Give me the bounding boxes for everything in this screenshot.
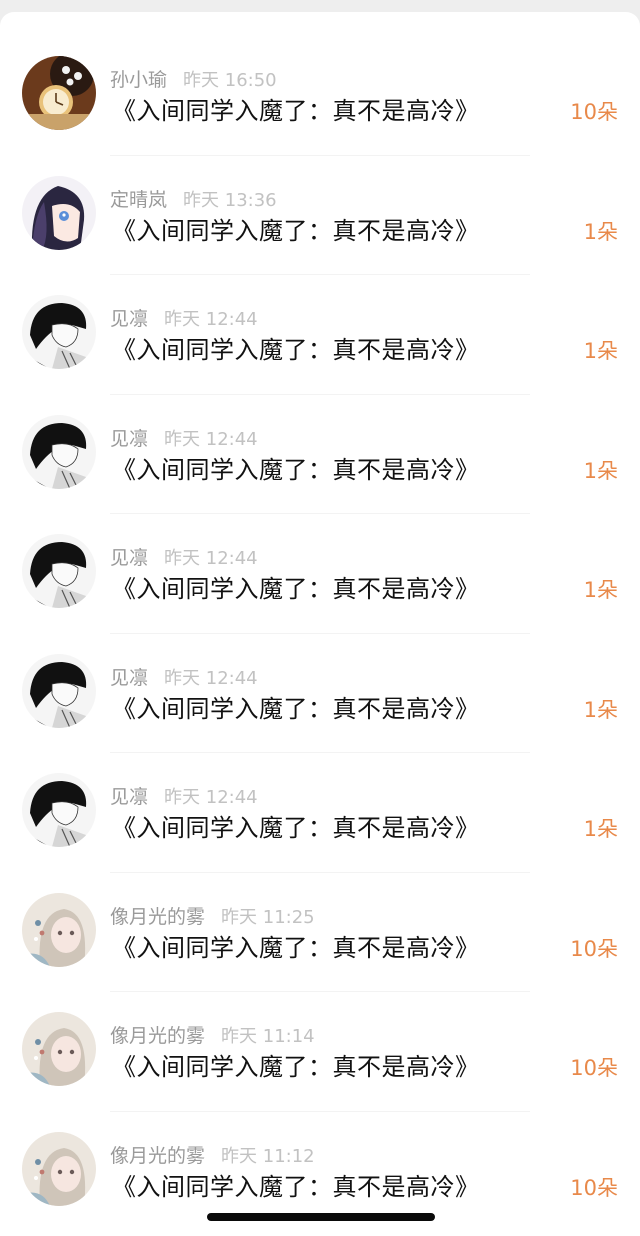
- user-name[interactable]: 见凛: [110, 308, 148, 330]
- top-strip: [0, 0, 640, 12]
- record-meta: 孙小瑜 昨天 16:50: [110, 67, 277, 93]
- list-item[interactable]: 孙小瑜 昨天 16:50 《入间同学入魔了：真不是高冷》 10朵: [0, 36, 640, 156]
- monochrome-boy-avatar[interactable]: [22, 773, 96, 847]
- record-meta: 像月光的雾 昨天 11:12: [110, 1143, 315, 1169]
- flower-count: 10朵: [570, 100, 618, 124]
- pastel-girl-avatar[interactable]: [22, 1131, 96, 1206]
- book-title: 《入间同学入魔了：真不是高冷》: [112, 694, 480, 723]
- record-meta: 见凛 昨天 12:44: [110, 545, 258, 571]
- book-title: 《入间同学入魔了：真不是高冷》: [112, 1172, 480, 1201]
- user-name[interactable]: 像月光的雾: [110, 1145, 205, 1167]
- record-meta: 像月光的雾 昨天 11:14: [110, 1023, 315, 1049]
- book-title: 《入间同学入魔了：真不是高冷》: [112, 97, 480, 125]
- record-meta: 见凛 昨天 12:44: [110, 306, 258, 332]
- monochrome-boy-avatar[interactable]: [22, 414, 96, 489]
- home-indicator[interactable]: [207, 1213, 435, 1221]
- book-title: 《入间同学入魔了：真不是高冷》: [112, 455, 480, 484]
- book-title: 《入间同学入魔了：真不是高冷》: [112, 575, 480, 603]
- user-name[interactable]: 像月光的雾: [110, 906, 205, 928]
- list-item[interactable]: 见凛 昨天 12:44 《入间同学入魔了：真不是高冷》 1朵: [0, 395, 640, 515]
- gift-records-card: 孙小瑜 昨天 16:50 《入间同学入魔了：真不是高冷》 10朵 定晴岚 昨天 13…: [0, 12, 640, 1236]
- user-name[interactable]: 见凛: [110, 786, 148, 808]
- timestamp: 昨天 12:44: [164, 787, 258, 808]
- list-item[interactable]: 见凛 昨天 12:44 《入间同学入魔了：真不是高冷》 1朵: [0, 634, 640, 754]
- timestamp: 昨天 12:44: [164, 548, 258, 569]
- flower-count: 1朵: [583, 339, 618, 363]
- flower-count: 1朵: [583, 817, 618, 841]
- book-title: 《入间同学入魔了：真不是高冷》: [112, 336, 480, 364]
- timestamp: 昨天 11:14: [221, 1026, 315, 1047]
- list-item[interactable]: 见凛 昨天 12:44 《入间同学入魔了：真不是高冷》 1朵: [0, 275, 640, 395]
- flower-count: 10朵: [570, 1056, 618, 1080]
- timestamp: 昨天 11:25: [221, 906, 315, 928]
- timestamp: 昨天 13:36: [183, 189, 277, 211]
- flower-count: 10朵: [570, 936, 618, 961]
- flower-count: 1朵: [583, 578, 618, 602]
- record-meta: 见凛 昨天 12:44: [110, 784, 258, 810]
- gift-record-list: 孙小瑜 昨天 16:50 《入间同学入魔了：真不是高冷》 10朵 定晴岚 昨天 13…: [0, 36, 640, 1231]
- timestamp: 昨天 12:44: [164, 667, 258, 689]
- user-name[interactable]: 像月光的雾: [110, 1025, 205, 1047]
- monochrome-boy-avatar[interactable]: [22, 295, 96, 369]
- pocket-watch-avatar[interactable]: [22, 56, 96, 130]
- book-title: 《入间同学入魔了：真不是高冷》: [112, 216, 480, 245]
- record-meta: 定晴岚 昨天 13:36: [110, 187, 277, 213]
- flower-count: 1朵: [583, 697, 618, 722]
- book-title: 《入间同学入魔了：真不是高冷》: [112, 1053, 480, 1081]
- list-item[interactable]: 像月光的雾 昨天 11:25 《入间同学入魔了：真不是高冷》 10朵: [0, 873, 640, 993]
- flower-count: 1朵: [583, 219, 618, 244]
- timestamp: 昨天 12:44: [164, 309, 258, 330]
- record-meta: 像月光的雾 昨天 11:25: [110, 904, 315, 930]
- user-name[interactable]: 见凛: [110, 547, 148, 569]
- pastel-girl-avatar[interactable]: [22, 1012, 96, 1086]
- list-item[interactable]: 见凛 昨天 12:44 《入间同学入魔了：真不是高冷》 1朵: [0, 753, 640, 873]
- flower-count: 10朵: [570, 1175, 618, 1200]
- book-title: 《入间同学入魔了：真不是高冷》: [112, 814, 480, 842]
- monochrome-boy-avatar[interactable]: [22, 653, 96, 728]
- timestamp: 昨天 11:12: [221, 1145, 315, 1167]
- anime-girl-avatar[interactable]: [22, 175, 96, 250]
- pastel-girl-avatar[interactable]: [22, 892, 96, 967]
- list-item[interactable]: 见凛 昨天 12:44 《入间同学入魔了：真不是高冷》 1朵: [0, 514, 640, 634]
- timestamp: 昨天 12:44: [164, 428, 258, 450]
- list-item[interactable]: 定晴岚 昨天 13:36 《入间同学入魔了：真不是高冷》 1朵: [0, 156, 640, 276]
- flower-count: 1朵: [583, 458, 618, 483]
- list-item[interactable]: 像月光的雾 昨天 11:14 《入间同学入魔了：真不是高冷》 10朵: [0, 992, 640, 1112]
- user-name[interactable]: 见凛: [110, 428, 148, 450]
- record-meta: 见凛 昨天 12:44: [110, 426, 258, 452]
- user-name[interactable]: 定晴岚: [110, 189, 167, 211]
- monochrome-boy-avatar[interactable]: [22, 534, 96, 608]
- user-name[interactable]: 孙小瑜: [110, 69, 167, 91]
- timestamp: 昨天 16:50: [183, 70, 277, 91]
- user-name[interactable]: 见凛: [110, 667, 148, 689]
- book-title: 《入间同学入魔了：真不是高冷》: [112, 933, 480, 962]
- record-meta: 见凛 昨天 12:44: [110, 665, 258, 691]
